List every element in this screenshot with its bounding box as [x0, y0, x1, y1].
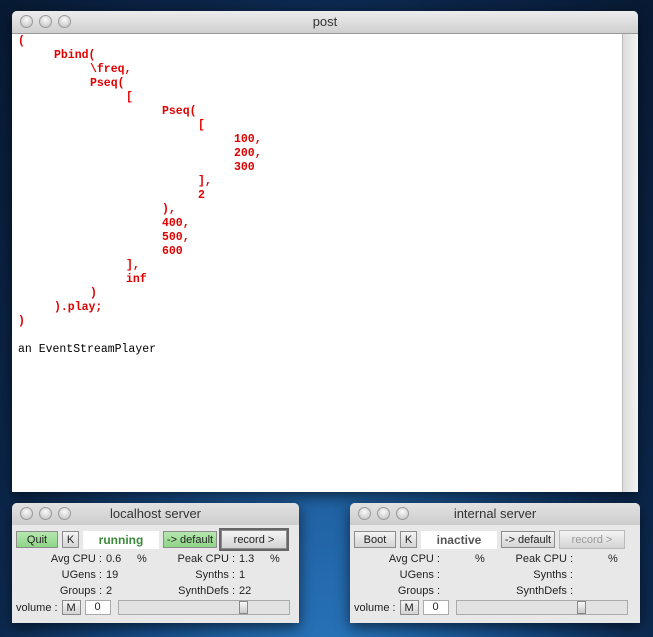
peak-cpu-label: Peak CPU : — [177, 553, 235, 565]
code-line: 200, — [234, 147, 262, 160]
server-title-bar[interactable]: internal server — [350, 503, 640, 525]
synths-value: 1 — [239, 569, 246, 581]
record-button[interactable]: record > — [219, 528, 289, 551]
mute-button[interactable]: M — [61, 600, 81, 615]
default-button[interactable]: -> default — [163, 531, 217, 548]
zoom-button[interactable] — [58, 15, 71, 28]
mute-button[interactable]: M — [399, 600, 419, 615]
record-button[interactable]: record > — [559, 530, 625, 549]
code-line: \freq, — [90, 63, 132, 76]
code-line: ).play; — [54, 301, 103, 314]
volume-slider[interactable] — [456, 600, 628, 615]
server-window: localhost server Quit K running -> defau… — [12, 503, 299, 623]
peak-cpu-value: 1.3 — [239, 553, 255, 565]
server-status: running — [83, 530, 159, 549]
synthdefs-label: SynthDefs : — [178, 585, 235, 597]
server-title-bar[interactable]: localhost server — [12, 503, 299, 525]
slider-thumb[interactable] — [239, 601, 248, 614]
code-line: ], — [126, 259, 140, 272]
code-line: [ — [126, 91, 133, 104]
default-button[interactable]: -> default — [501, 531, 555, 548]
minimize-button[interactable] — [377, 507, 390, 520]
close-button[interactable] — [358, 507, 371, 520]
avg-cpu-pct: % — [475, 553, 485, 565]
post-window: post (Pbind(\freq, Pseq([Pseq([100, 200, 30… — [12, 11, 638, 492]
kill-button[interactable]: K — [400, 531, 417, 548]
synths-label: Synths : — [533, 569, 573, 581]
code-line: Pseq( — [162, 105, 197, 118]
code-line: ( — [18, 35, 25, 48]
kill-button[interactable]: K — [62, 531, 79, 548]
peak-cpu-pct: % — [608, 553, 618, 565]
ugens-label: UGens : — [61, 569, 102, 581]
avg-cpu-label: Avg CPU : — [388, 553, 440, 565]
server-title: internal server — [453, 506, 537, 521]
close-button[interactable] — [20, 507, 33, 520]
minimize-button[interactable] — [39, 15, 52, 28]
synthdefs-value: 22 — [239, 585, 252, 597]
avg-cpu-label: Avg CPU : — [50, 553, 102, 565]
post-title-bar[interactable]: post — [12, 11, 638, 34]
groups-label: Groups : — [59, 585, 102, 597]
server-status: inactive — [421, 530, 497, 549]
server-title: localhost server — [109, 506, 202, 521]
code-line: ), — [162, 203, 176, 216]
code-line: 600 — [162, 245, 183, 258]
vertical-scrollbar[interactable] — [622, 34, 638, 492]
volume-slider[interactable] — [118, 600, 290, 615]
volume-label: volume : — [354, 601, 396, 614]
code-line: ], — [198, 175, 212, 188]
synths-label: Synths : — [195, 569, 235, 581]
code-line: ) — [90, 287, 97, 300]
code-line: Pbind( — [54, 49, 96, 62]
server-window: internal server Boot K inactive -> defau… — [350, 503, 640, 623]
slider-thumb[interactable] — [577, 601, 586, 614]
boot-quit-button[interactable]: Boot — [354, 531, 396, 548]
volume-label: volume : — [16, 601, 58, 614]
code-line: 300 — [234, 161, 255, 174]
code-line: Pseq( — [90, 77, 125, 90]
peak-cpu-label: Peak CPU : — [515, 553, 573, 565]
synthdefs-label: SynthDefs : — [516, 585, 573, 597]
avg-cpu-value: 0.6 — [106, 553, 122, 565]
post-output: an EventStreamPlayer — [18, 343, 157, 356]
groups-label: Groups : — [397, 585, 440, 597]
groups-value: 2 — [106, 585, 113, 597]
code-line: [ — [198, 119, 205, 132]
ugens-value: 19 — [106, 569, 119, 581]
post-text-area[interactable]: (Pbind(\freq, Pseq([Pseq([100, 200, 300], 2)… — [12, 34, 623, 492]
window-title: post — [312, 14, 338, 29]
zoom-button[interactable] — [58, 507, 71, 520]
minimize-button[interactable] — [39, 507, 52, 520]
code-line: 500, — [162, 231, 190, 244]
code-block: (Pbind(\freq, Pseq([Pseq([100, 200, 300], 2)… — [18, 35, 262, 329]
volume-field[interactable]: 0 — [84, 600, 111, 615]
code-line: inf — [126, 273, 147, 286]
code-line: ) — [18, 315, 25, 328]
ugens-label: UGens : — [399, 569, 440, 581]
avg-cpu-pct: % — [137, 553, 147, 565]
code-line: 2 — [198, 189, 205, 202]
peak-cpu-pct: % — [270, 553, 280, 565]
code-line: 100, — [234, 133, 262, 146]
volume-field[interactable]: 0 — [422, 600, 449, 615]
boot-quit-button[interactable]: Quit — [16, 531, 58, 548]
close-button[interactable] — [20, 15, 33, 28]
zoom-button[interactable] — [396, 507, 409, 520]
code-line: 400, — [162, 217, 190, 230]
